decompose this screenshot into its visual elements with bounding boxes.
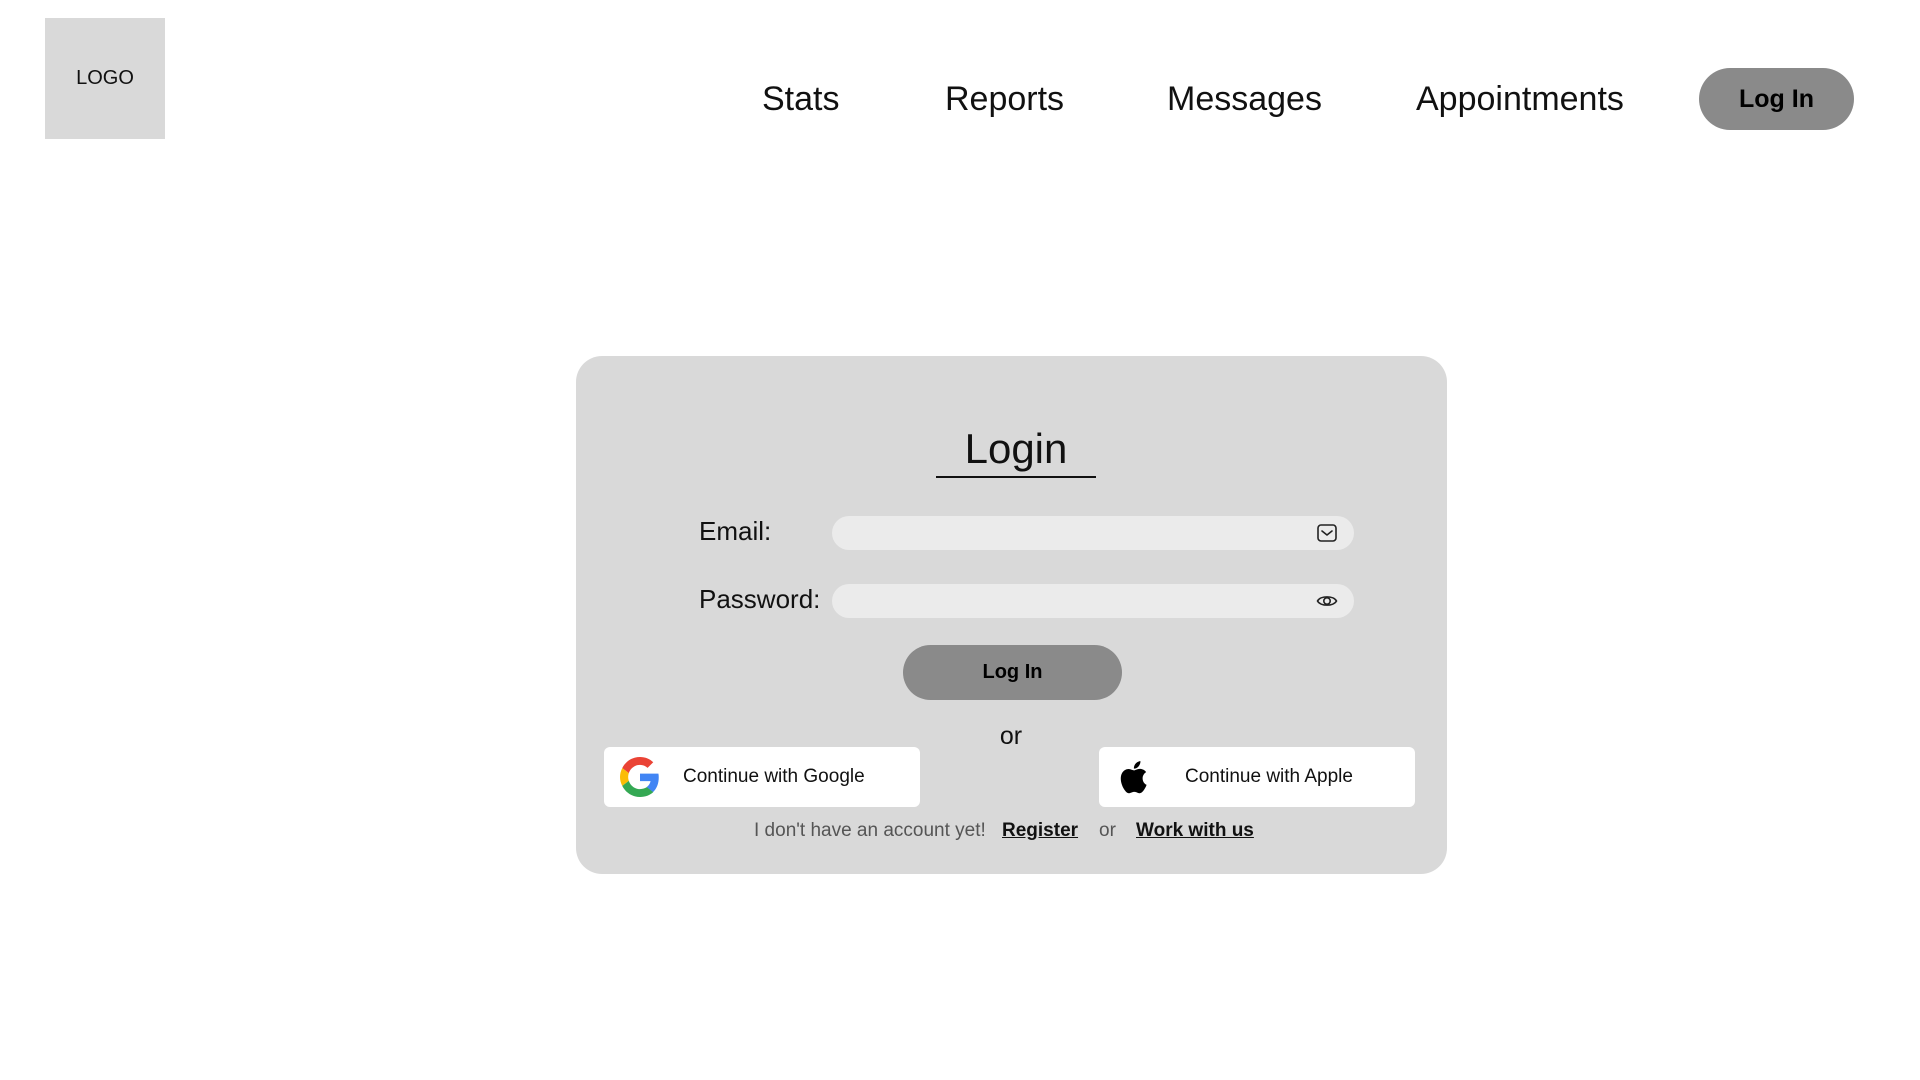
- login-title: Login: [936, 426, 1096, 478]
- login-card: Login Email: Password: Log In or Continu…: [576, 356, 1447, 874]
- account-footer: I don't have an account yet! Register or…: [576, 818, 1447, 844]
- no-account-text: I don't have an account yet!: [754, 820, 986, 841]
- login-page: LOGO Stats Reports Messages Appointments…: [0, 0, 1920, 1080]
- email-field-container: [832, 516, 1354, 552]
- nav-item-appointments[interactable]: Appointments: [1416, 68, 1624, 130]
- email-label: Email:: [699, 516, 772, 546]
- or-divider: or: [999, 722, 1023, 750]
- apple-icon: [1120, 761, 1147, 794]
- apple-button-label: Continue with Apple: [1185, 766, 1353, 787]
- password-label: Password:: [699, 584, 821, 614]
- password-field-container: [832, 584, 1354, 620]
- nav-item-stats[interactable]: Stats: [762, 68, 839, 130]
- continue-with-apple-button[interactable]: Continue with Apple: [1099, 747, 1415, 807]
- eye-icon[interactable]: [1316, 590, 1338, 612]
- header-login-button[interactable]: Log In: [1699, 68, 1854, 130]
- continue-with-google-button[interactable]: Continue with Google: [604, 747, 920, 807]
- google-icon: [620, 757, 659, 797]
- nav-item-reports[interactable]: Reports: [945, 68, 1064, 130]
- google-button-label: Continue with Google: [683, 766, 865, 787]
- footer-or-text: or: [1099, 820, 1116, 841]
- mail-icon: [1317, 524, 1337, 542]
- work-with-us-link[interactable]: Work with us: [1136, 818, 1254, 844]
- register-link[interactable]: Register: [1002, 818, 1078, 844]
- main-nav: Stats Reports Messages Appointments: [0, 68, 1920, 130]
- login-submit-button[interactable]: Log In: [903, 645, 1122, 700]
- email-input[interactable]: [846, 516, 1290, 552]
- password-input[interactable]: [846, 584, 1290, 620]
- nav-item-messages[interactable]: Messages: [1167, 68, 1322, 130]
